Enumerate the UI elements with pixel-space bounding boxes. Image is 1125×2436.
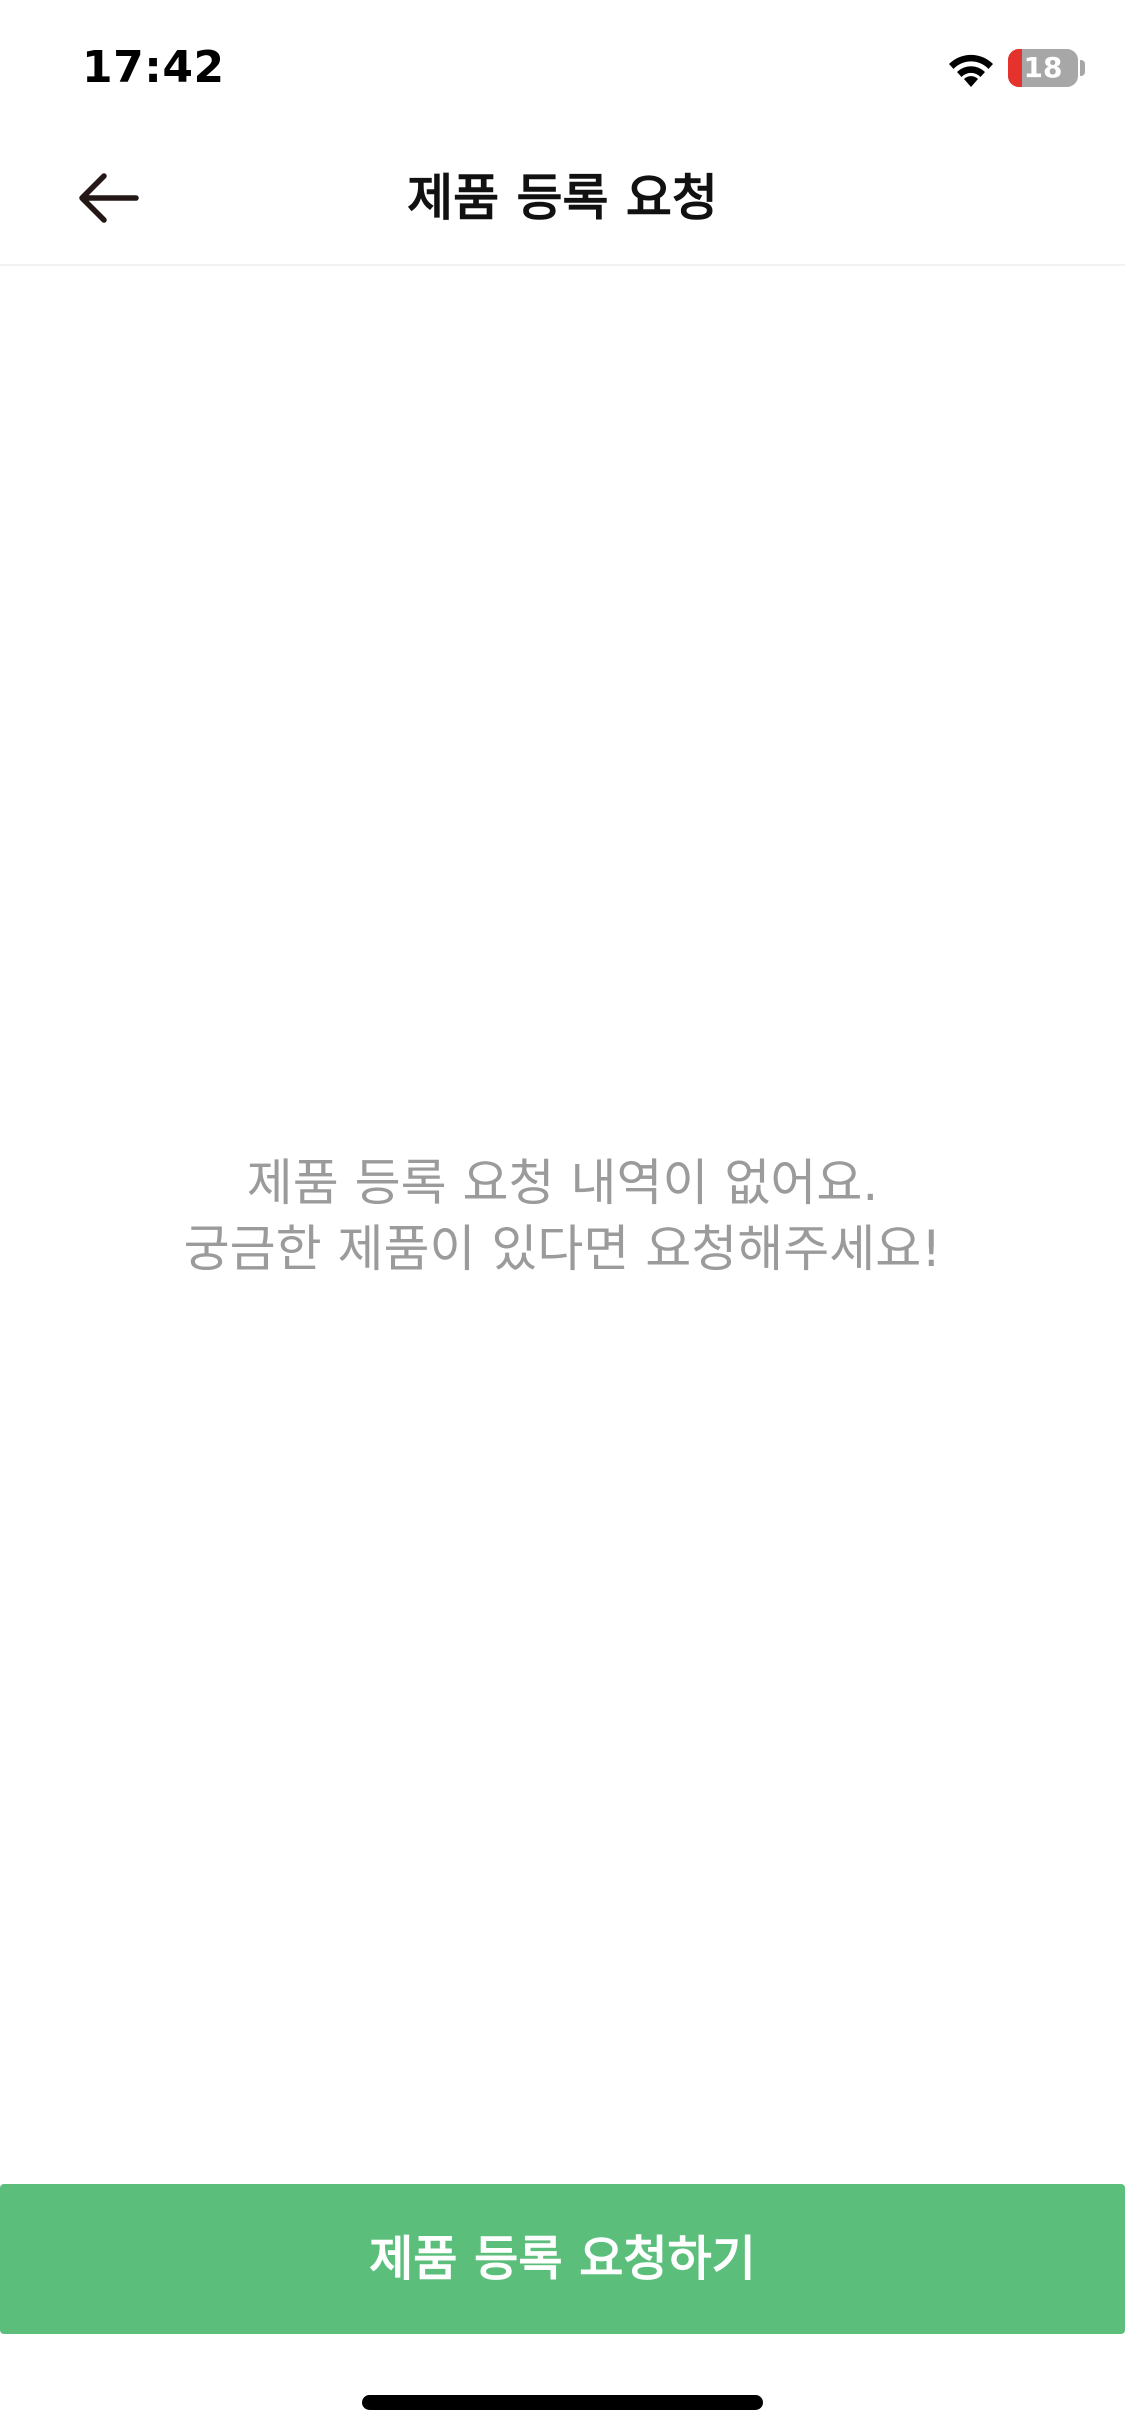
back-button[interactable] bbox=[60, 156, 156, 240]
battery-cap bbox=[1080, 60, 1085, 76]
empty-state-line-2: 궁금한 제품이 있다면 요청해주세요! bbox=[183, 1220, 942, 1278]
request-product-registration-button[interactable]: 제품 등록 요청하기 bbox=[0, 2184, 1125, 2334]
wifi-icon bbox=[949, 54, 993, 87]
page-title: 제품 등록 요청 bbox=[407, 169, 718, 227]
battery-level: 18 bbox=[1023, 51, 1063, 84]
empty-state-line-1: 제품 등록 요청 내역이 없어요. bbox=[246, 1154, 879, 1212]
status-time: 17:42 bbox=[82, 42, 225, 93]
status-bar: 17:42 18 bbox=[0, 0, 1125, 132]
battery-indicator: 18 bbox=[1008, 49, 1078, 87]
app-header: 제품 등록 요청 bbox=[0, 132, 1125, 266]
arrow-left-icon bbox=[79, 173, 139, 223]
home-indicator bbox=[362, 2395, 763, 2410]
empty-state-message: 제품 등록 요청 내역이 없어요. 궁금한 제품이 있다면 요청해주세요! bbox=[0, 1150, 1125, 1282]
